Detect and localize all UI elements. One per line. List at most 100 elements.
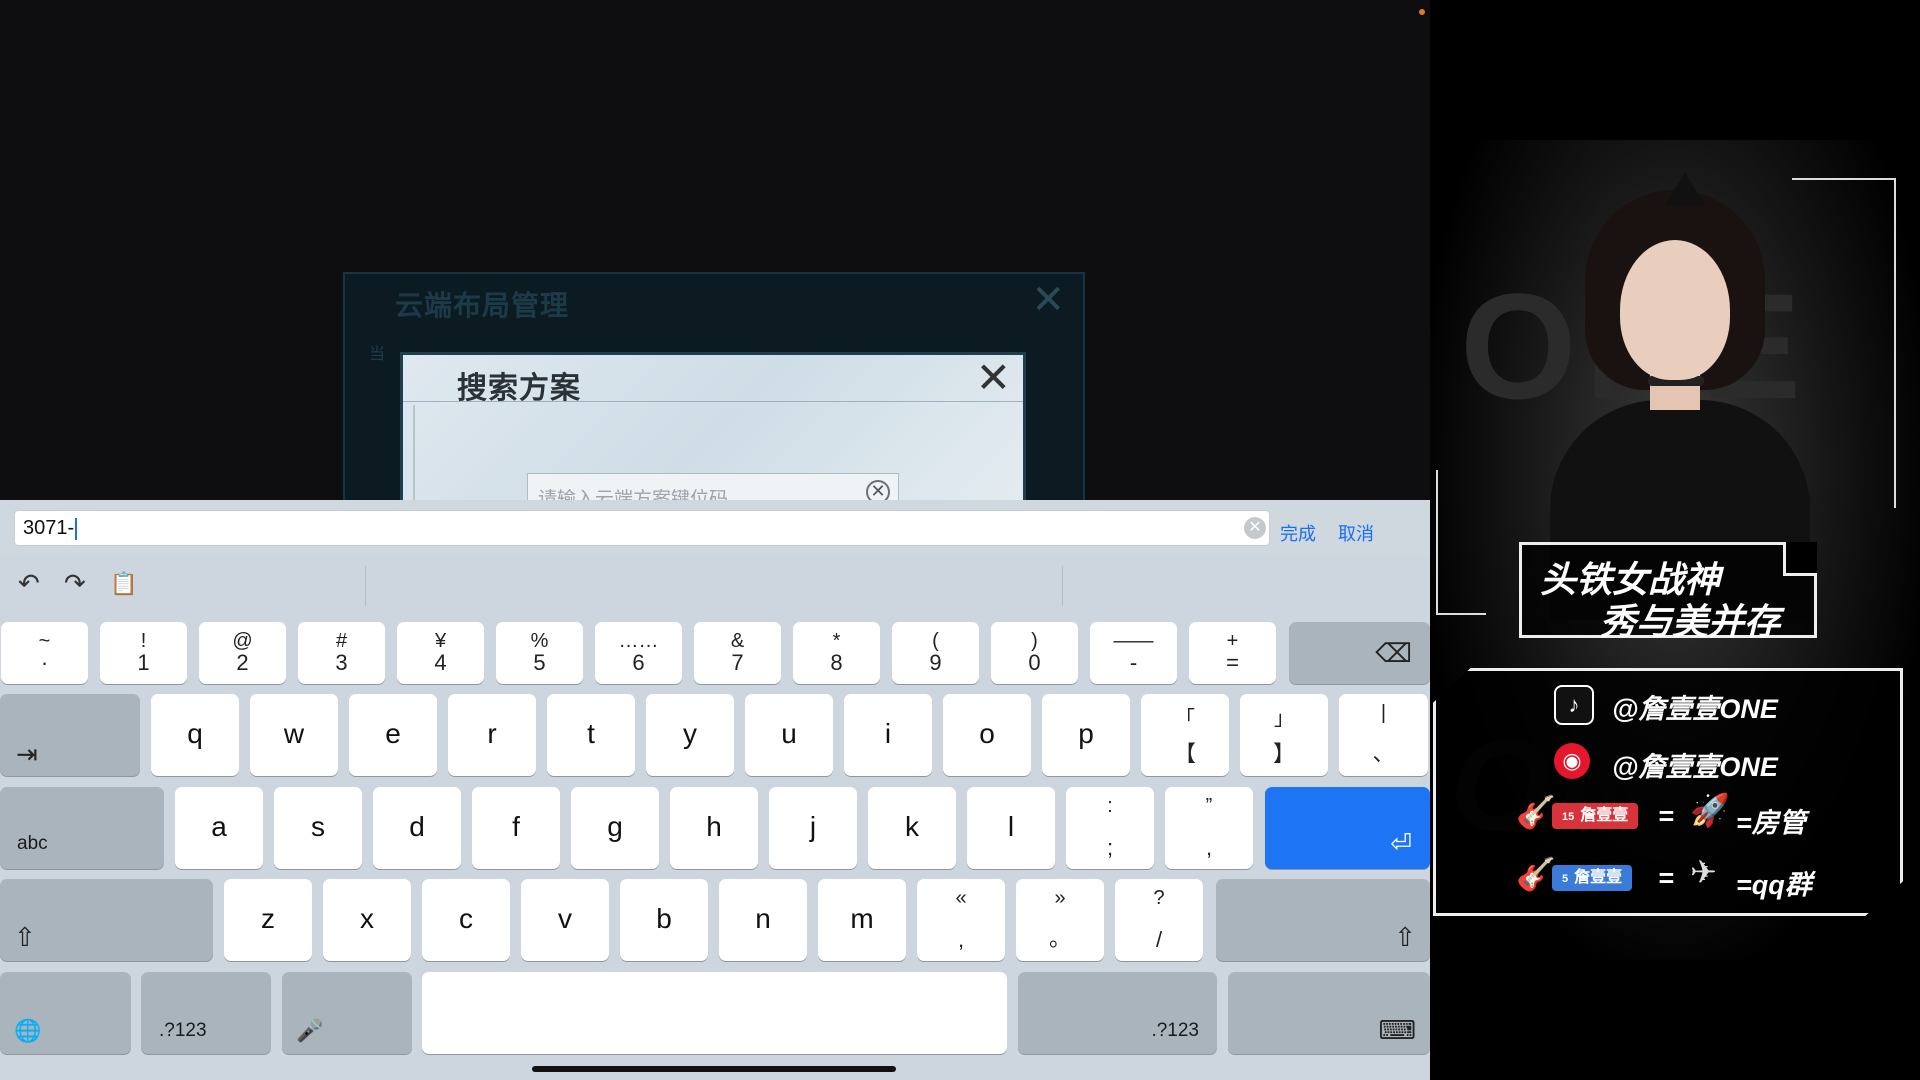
key-number[interactable]: % 5 bbox=[496, 622, 583, 684]
mic-key[interactable]: 🎤 bbox=[282, 972, 412, 1054]
key-number[interactable]: #3 bbox=[298, 622, 385, 684]
key-symbol-label: 、 bbox=[1372, 741, 1395, 766]
space-key[interactable] bbox=[422, 972, 1007, 1054]
key-n[interactable]: n bbox=[719, 879, 807, 961]
key-symbol[interactable]: ”, bbox=[1165, 787, 1253, 869]
key-number-label: · bbox=[40, 650, 49, 675]
key-symbol-shift-label: « bbox=[955, 887, 967, 909]
key-b[interactable]: b bbox=[620, 879, 708, 961]
key-m[interactable]: m bbox=[818, 879, 906, 961]
key-h-label: h bbox=[706, 811, 722, 842]
key-o[interactable]: o bbox=[943, 694, 1031, 776]
undo-icon[interactable]: ↶ bbox=[18, 568, 40, 599]
key-t-label: t bbox=[587, 718, 595, 749]
key-number[interactable]: —— - bbox=[1090, 622, 1177, 684]
key-number[interactable]: …… 6 bbox=[595, 622, 682, 684]
key-e[interactable]: e bbox=[349, 694, 437, 776]
key-symbol-shift-label: : bbox=[1107, 795, 1113, 817]
numbers-key-left[interactable]: .?123 bbox=[141, 972, 271, 1054]
tab-key[interactable]: ⇥ bbox=[0, 694, 140, 776]
paste-icon[interactable]: 📋 bbox=[110, 571, 137, 597]
key-u[interactable]: u bbox=[745, 694, 833, 776]
ime-clear-icon[interactable]: ✕ bbox=[1244, 517, 1266, 539]
tiktok-handle: @詹壹壹ONE bbox=[1612, 694, 1778, 724]
key-r-label: r bbox=[487, 718, 497, 749]
key-number[interactable]: ~ · bbox=[1, 622, 88, 684]
key-k[interactable]: k bbox=[868, 787, 956, 869]
key-d[interactable]: d bbox=[373, 787, 461, 869]
key-number[interactable]: & 7 bbox=[694, 622, 781, 684]
key-i[interactable]: i bbox=[844, 694, 932, 776]
globe-key[interactable]: 🌐 bbox=[0, 972, 131, 1054]
key-o-label: o bbox=[979, 718, 995, 749]
key-number[interactable]: ) 0 bbox=[991, 622, 1078, 684]
fan-badge-name: 詹壹壹 bbox=[1574, 869, 1623, 886]
streamer-info-box: ♪ @詹壹壹ONE ◉ @詹壹壹ONE 🎸 15 詹壹壹 = 🚀 =房管 🎸 5詹… bbox=[1433, 668, 1903, 916]
key-y-label: y bbox=[683, 718, 697, 749]
key-a[interactable]: a bbox=[175, 787, 263, 869]
key-number[interactable]: * 8 bbox=[793, 622, 880, 684]
key-number[interactable]: ¥4 bbox=[397, 622, 484, 684]
key-symbol-label: 。 bbox=[1048, 926, 1071, 951]
key-q[interactable]: q bbox=[151, 694, 239, 776]
hide-keyboard-key[interactable]: ⌨ bbox=[1228, 972, 1430, 1054]
key-f[interactable]: f bbox=[472, 787, 560, 869]
ime-text-field[interactable]: 3071- bbox=[14, 510, 1270, 546]
key-number-label: 8 bbox=[830, 650, 843, 675]
key-symbol-shift-label: » bbox=[1054, 887, 1066, 909]
weibo-icon: ◉ bbox=[1554, 743, 1590, 779]
dialog-decoration bbox=[413, 405, 429, 500]
key-z[interactable]: z bbox=[224, 879, 312, 961]
slogan-box-corner bbox=[1783, 542, 1817, 576]
key-w[interactable]: w bbox=[250, 694, 338, 776]
key-s-label: s bbox=[311, 811, 325, 842]
key-v[interactable]: v bbox=[521, 879, 609, 961]
key-t[interactable]: t bbox=[547, 694, 635, 776]
key-l[interactable]: l bbox=[967, 787, 1055, 869]
key-symbol-label: / bbox=[1155, 927, 1163, 952]
return-key[interactable]: ⏎ bbox=[1265, 787, 1430, 869]
key-s[interactable]: s bbox=[274, 787, 362, 869]
key-g[interactable]: g bbox=[571, 787, 659, 869]
key-symbol[interactable]: :; bbox=[1066, 787, 1154, 869]
delete-key[interactable]: ⌫ bbox=[1289, 622, 1430, 684]
guitar-icon: 🎸 bbox=[1516, 856, 1556, 892]
redo-icon[interactable]: ↷ bbox=[64, 568, 86, 599]
key-d-label: d bbox=[409, 811, 425, 842]
frame-line bbox=[1436, 613, 1486, 615]
key-number[interactable]: (9 bbox=[892, 622, 979, 684]
game-screen: 云端布局管理 ✕ 当 搜索方案 ✕ 请输入云端方案键位码 ✕ bbox=[0, 0, 1430, 500]
key-u-label: u bbox=[781, 718, 797, 749]
done-button[interactable]: 完成 bbox=[1280, 520, 1316, 546]
scheme-code-input[interactable]: 请输入云端方案键位码 ✕ bbox=[527, 473, 899, 500]
key-symbol[interactable]: ? / bbox=[1115, 879, 1203, 961]
key-symbol[interactable]: 「【 bbox=[1141, 694, 1229, 776]
shift-key-right[interactable]: ⇧ bbox=[1216, 879, 1430, 961]
key-x[interactable]: x bbox=[323, 879, 411, 961]
scheme-code-clear-icon[interactable]: ✕ bbox=[866, 480, 890, 500]
key-y[interactable]: y bbox=[646, 694, 734, 776]
key-symbol[interactable]: 」】 bbox=[1240, 694, 1328, 776]
key-i-label: i bbox=[884, 718, 892, 749]
streamer-slogan-box: 头铁女战神 秀与美并存 bbox=[1519, 542, 1817, 642]
numbers-key-right[interactable]: .?123 bbox=[1018, 972, 1217, 1054]
toolbar-divider bbox=[365, 566, 366, 606]
key-symbol[interactable]: «, bbox=[917, 879, 1005, 961]
key-number[interactable]: + = bbox=[1189, 622, 1276, 684]
key-number[interactable]: ! 1 bbox=[100, 622, 187, 684]
search-scheme-close-icon[interactable]: ✕ bbox=[976, 357, 1011, 399]
key-h[interactable]: h bbox=[670, 787, 758, 869]
key-symbol[interactable]: »。 bbox=[1016, 879, 1104, 961]
key-c[interactable]: c bbox=[422, 879, 510, 961]
cloud-layout-close-icon[interactable]: ✕ bbox=[1031, 280, 1065, 320]
key-symbol[interactable]: |、 bbox=[1339, 694, 1428, 776]
key-j-label: j bbox=[809, 811, 817, 842]
shift-key-left[interactable]: ⇧ bbox=[0, 879, 213, 961]
cancel-button[interactable]: 取消 bbox=[1338, 520, 1374, 546]
key-p[interactable]: p bbox=[1042, 694, 1130, 776]
key-z-label: z bbox=[261, 903, 275, 934]
key-j[interactable]: j bbox=[769, 787, 857, 869]
key-number[interactable]: @2 bbox=[199, 622, 286, 684]
abc-key[interactable]: abc bbox=[0, 787, 164, 869]
key-r[interactable]: r bbox=[448, 694, 536, 776]
